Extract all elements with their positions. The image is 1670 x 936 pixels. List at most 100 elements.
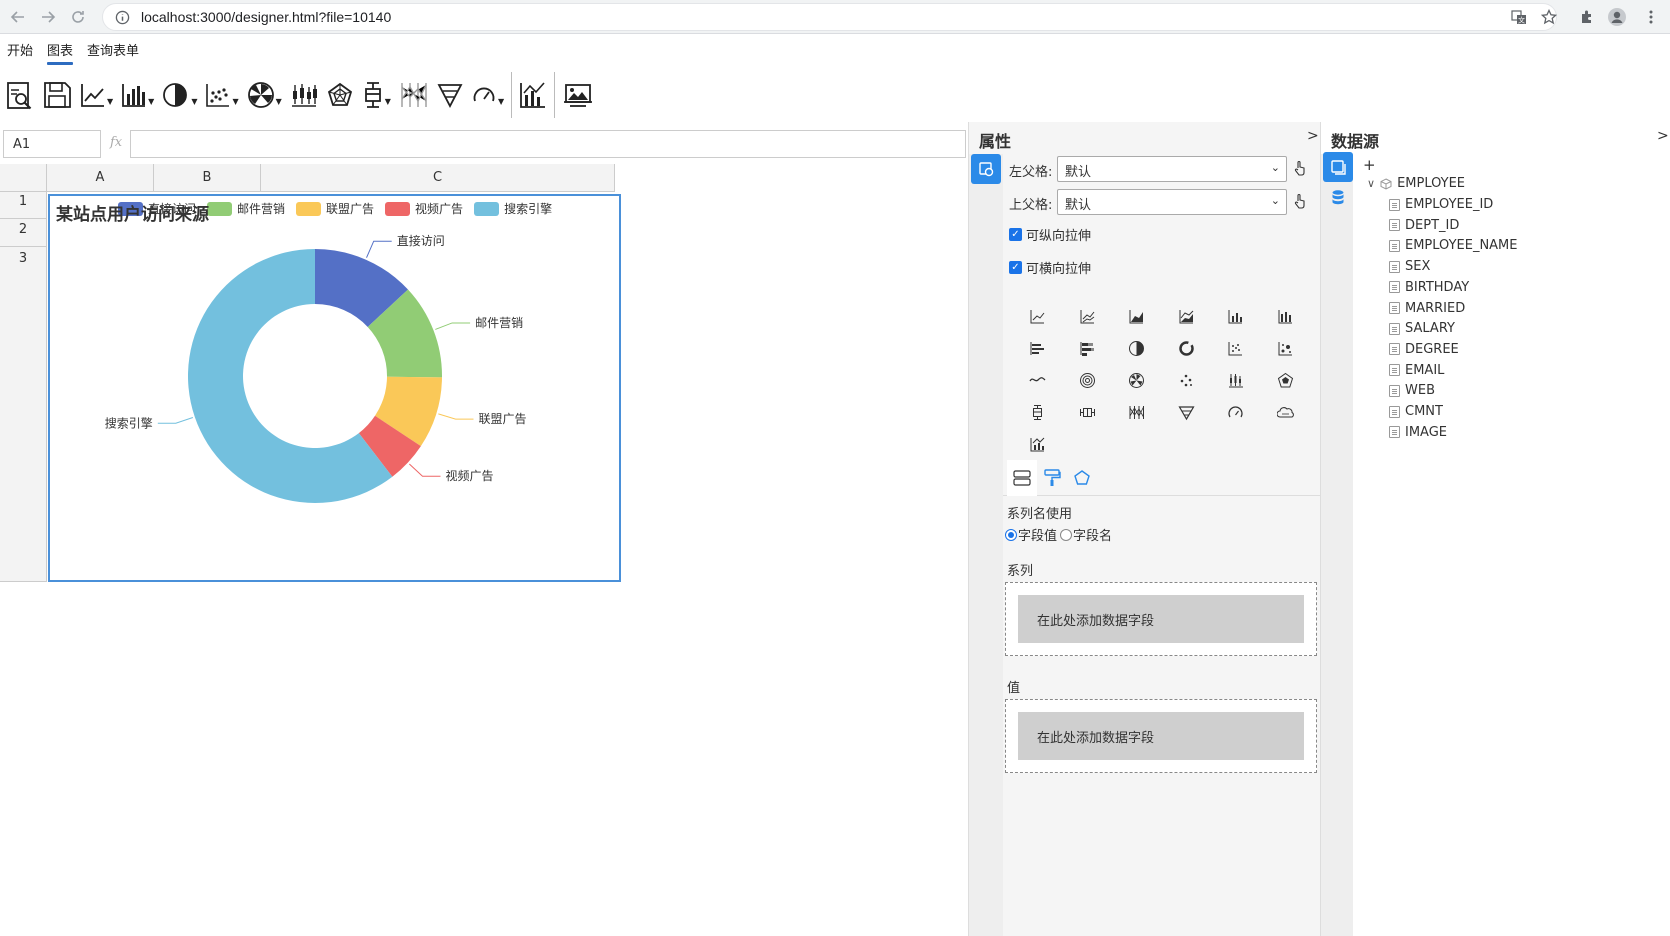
value-drop-zone[interactable]: 在此处添加数据字段 [1005, 699, 1317, 773]
donut-chart-option[interactable] [1162, 332, 1212, 364]
boxplot-chart-button[interactable]: ▼ [358, 75, 395, 115]
sheet-corner[interactable] [0, 164, 47, 192]
funnel-chart-option[interactable] [1162, 396, 1212, 428]
series-drop-zone[interactable]: 在此处添加数据字段 [1005, 582, 1317, 656]
column-header-c[interactable]: C [261, 164, 615, 192]
tab-style[interactable] [1037, 460, 1067, 496]
profile-avatar-icon[interactable] [1606, 6, 1628, 28]
preview-button[interactable] [2, 75, 38, 115]
left-parent-pick-button[interactable] [1293, 160, 1309, 178]
area-chart-option[interactable] [1112, 300, 1162, 332]
field-item[interactable]: DEPT_ID [1389, 218, 1459, 233]
column-header-a[interactable]: A [47, 164, 154, 192]
field-item[interactable]: EMPLOYEE_ID [1389, 197, 1493, 212]
boxplot-chart-option[interactable] [1013, 396, 1063, 428]
tab-data[interactable] [1007, 460, 1037, 496]
row-header-1[interactable]: 1 [0, 192, 47, 219]
bookmark-star-icon[interactable] [1538, 6, 1560, 28]
candlestick-chart-button[interactable] [286, 75, 322, 115]
field-item[interactable]: IMAGE [1389, 425, 1447, 440]
image-button[interactable] [558, 75, 598, 115]
combo-chart-option[interactable] [1013, 428, 1063, 460]
smooth-line-chart-option[interactable] [1013, 364, 1063, 396]
address-bar[interactable]: localhost:3000/designer.html?file=10140 [102, 3, 1557, 31]
field-item[interactable]: EMPLOYEE_NAME [1389, 238, 1518, 253]
tab-shape[interactable] [1067, 460, 1097, 496]
funnel-chart-button[interactable] [433, 75, 467, 115]
field-item[interactable]: MARRIED [1389, 301, 1465, 316]
chart-cell[interactable]: 直接访问 邮件营销 联盟广告 视频广告 搜索引擎 直接访问 邮件营销 联盟广告 视频广告 搜索引… [48, 194, 621, 582]
line-chart-button[interactable]: ▼ [76, 75, 117, 115]
translate-icon[interactable]: 文 [1508, 6, 1530, 28]
kebab-menu-icon[interactable] [1640, 6, 1662, 28]
properties-collapse-button[interactable]: > [1307, 128, 1319, 144]
cell-reference-input[interactable]: A1 [3, 130, 101, 158]
back-button[interactable] [6, 5, 30, 29]
save-button[interactable] [38, 75, 76, 115]
bar-chart-button[interactable]: ▼ [117, 75, 158, 115]
dot-chart-option[interactable] [1162, 364, 1212, 396]
add-dataset-button[interactable]: + [1363, 156, 1376, 174]
legend-item[interactable]: 搜索引擎 [474, 200, 552, 217]
horizontal-stretch-checkbox[interactable]: ✓ 可横向拉伸 [1009, 258, 1091, 277]
field-item[interactable]: SALARY [1389, 321, 1455, 336]
formula-input[interactable] [130, 130, 966, 158]
radar-pie-button[interactable]: ▼ [243, 75, 286, 115]
column-header-b[interactable]: B [154, 164, 261, 192]
scatter-chart-option[interactable] [1211, 332, 1261, 364]
tab-chart[interactable]: 图表 [47, 36, 74, 65]
pie-chart-button[interactable]: ▼ [158, 75, 201, 115]
row-header-2[interactable]: 2 [0, 219, 47, 247]
row-header-3[interactable]: 3 [0, 247, 47, 582]
top-parent-pick-button[interactable] [1293, 193, 1309, 211]
top-parent-select[interactable]: 默认 ⌄ [1057, 189, 1287, 215]
field-item[interactable]: WEB [1389, 383, 1435, 398]
tab-query-form[interactable]: 查询表单 [87, 36, 139, 63]
scatter-chart-button[interactable]: ▼ [201, 75, 242, 115]
stacked-horizontal-bar-chart-option[interactable] [1063, 332, 1113, 364]
radar-pie-chart-option[interactable] [1112, 364, 1162, 396]
field-item[interactable]: EMAIL [1389, 363, 1444, 378]
forward-button[interactable] [36, 5, 60, 29]
parallel-chart-option[interactable] [1112, 396, 1162, 428]
legend-item[interactable]: 联盟广告 [296, 200, 374, 217]
chevron-down-icon[interactable]: ∨ [1367, 177, 1375, 190]
horizontal-boxplot-chart-option[interactable] [1063, 396, 1113, 428]
dataset-view-button[interactable] [1323, 152, 1353, 182]
cell-properties-button[interactable] [971, 154, 1001, 184]
field-item[interactable]: CMNT [1389, 404, 1443, 419]
field-item[interactable]: SEX [1389, 259, 1430, 274]
bar-chart-option[interactable] [1211, 300, 1261, 332]
combo-chart-button[interactable] [515, 75, 551, 115]
extensions-icon[interactable] [1576, 6, 1598, 28]
legend-item[interactable]: 视频广告 [385, 200, 463, 217]
gauge-chart-button[interactable]: ▼ [467, 75, 508, 115]
legend-item[interactable]: 邮件营销 [207, 200, 285, 217]
reload-button[interactable] [66, 5, 90, 29]
radar-chart-option[interactable] [1261, 364, 1311, 396]
bubble-chart-option[interactable] [1261, 332, 1311, 364]
pie-chart-option[interactable] [1112, 332, 1162, 364]
database-button[interactable] [1329, 188, 1347, 206]
line-chart-option[interactable] [1013, 300, 1063, 332]
tab-start[interactable]: 开始 [7, 36, 33, 63]
field-item[interactable]: BIRTHDAY [1389, 280, 1469, 295]
radio-field-value[interactable]: 字段值 字段名 [1005, 525, 1112, 544]
radar-chart-button[interactable] [322, 75, 358, 115]
stacked-line-chart-option[interactable] [1063, 300, 1113, 332]
datasource-collapse-button[interactable]: > [1657, 128, 1669, 144]
wordcloud-chart-option[interactable] [1261, 396, 1311, 428]
candlestick-chart-option[interactable] [1211, 364, 1261, 396]
vertical-stretch-checkbox[interactable]: ✓ 可纵向拉伸 [1009, 225, 1091, 244]
radio-field-name[interactable] [1060, 528, 1073, 541]
info-icon[interactable] [109, 10, 135, 25]
rose-chart-option[interactable] [1063, 364, 1113, 396]
gauge-chart-option[interactable] [1211, 396, 1261, 428]
horizontal-bar-chart-option[interactable] [1013, 332, 1063, 364]
field-item[interactable]: DEGREE [1389, 342, 1459, 357]
left-parent-select[interactable]: 默认 ⌄ [1057, 156, 1287, 182]
stacked-bar-chart-option[interactable] [1261, 300, 1311, 332]
tree-node-employee[interactable]: ∨ EMPLOYEE [1367, 176, 1465, 191]
stacked-area-chart-option[interactable] [1162, 300, 1212, 332]
parallel-chart-button[interactable] [395, 75, 433, 115]
